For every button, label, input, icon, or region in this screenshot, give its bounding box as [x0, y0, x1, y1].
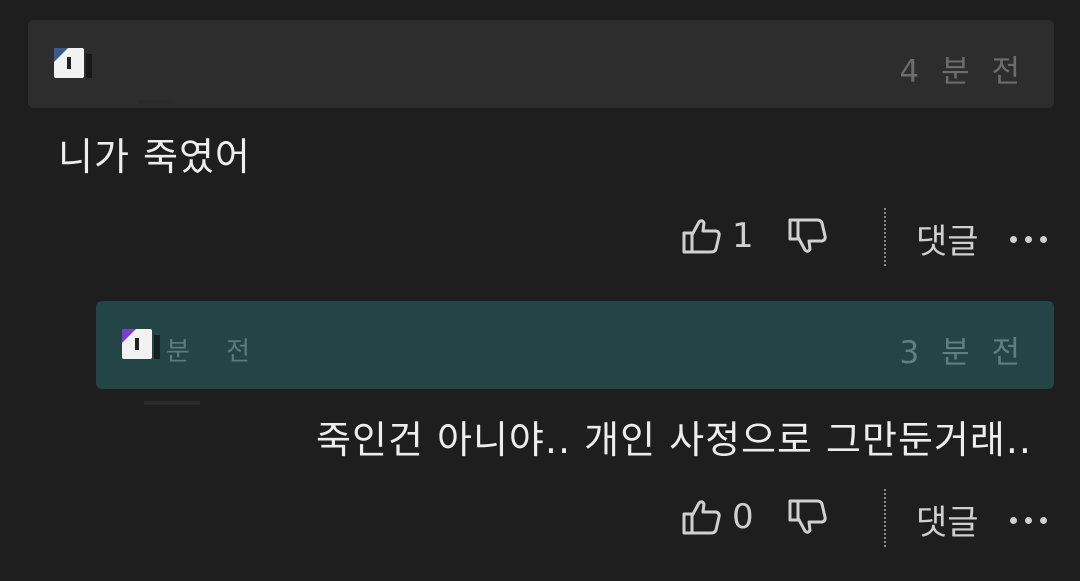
comment-header: 분 전 3 분 전 [96, 301, 1054, 389]
reply-button[interactable]: 댓글 [916, 214, 979, 263]
comment-header: 4 분 전 [28, 20, 1054, 108]
like-button[interactable] [682, 216, 722, 256]
action-bar: 0 댓글 [0, 487, 1080, 551]
avatar[interactable] [122, 329, 160, 361]
thumbs-up-icon [682, 219, 721, 254]
decoration [144, 401, 200, 405]
timestamp: 3 분 전 [899, 335, 1026, 371]
decoration [138, 100, 172, 104]
thumbs-down-icon [788, 218, 827, 253]
timestamp: 4 분 전 [899, 54, 1026, 90]
thumbs-up-icon [682, 500, 721, 535]
divider [884, 208, 886, 266]
thumbs-down-icon [788, 499, 827, 534]
like-count: 1 [732, 216, 754, 256]
like-count: 0 [732, 497, 754, 537]
dislike-button[interactable] [788, 497, 828, 537]
dislike-button[interactable] [788, 216, 828, 256]
reply-button[interactable]: 댓글 [916, 495, 979, 544]
divider [884, 489, 886, 547]
comment-text: 니가 죽였어 [58, 135, 251, 179]
more-dots-icon[interactable] [1010, 228, 1056, 243]
comment-text: 죽인건 아니야.. 개인 사정으로 그만둔거래.. [316, 418, 1032, 462]
nickname[interactable]: 분 전 [166, 331, 264, 368]
action-bar: 1 댓글 [0, 206, 1080, 270]
like-button[interactable] [682, 497, 722, 537]
avatar[interactable] [54, 48, 92, 80]
more-dots-icon[interactable] [1010, 509, 1056, 524]
